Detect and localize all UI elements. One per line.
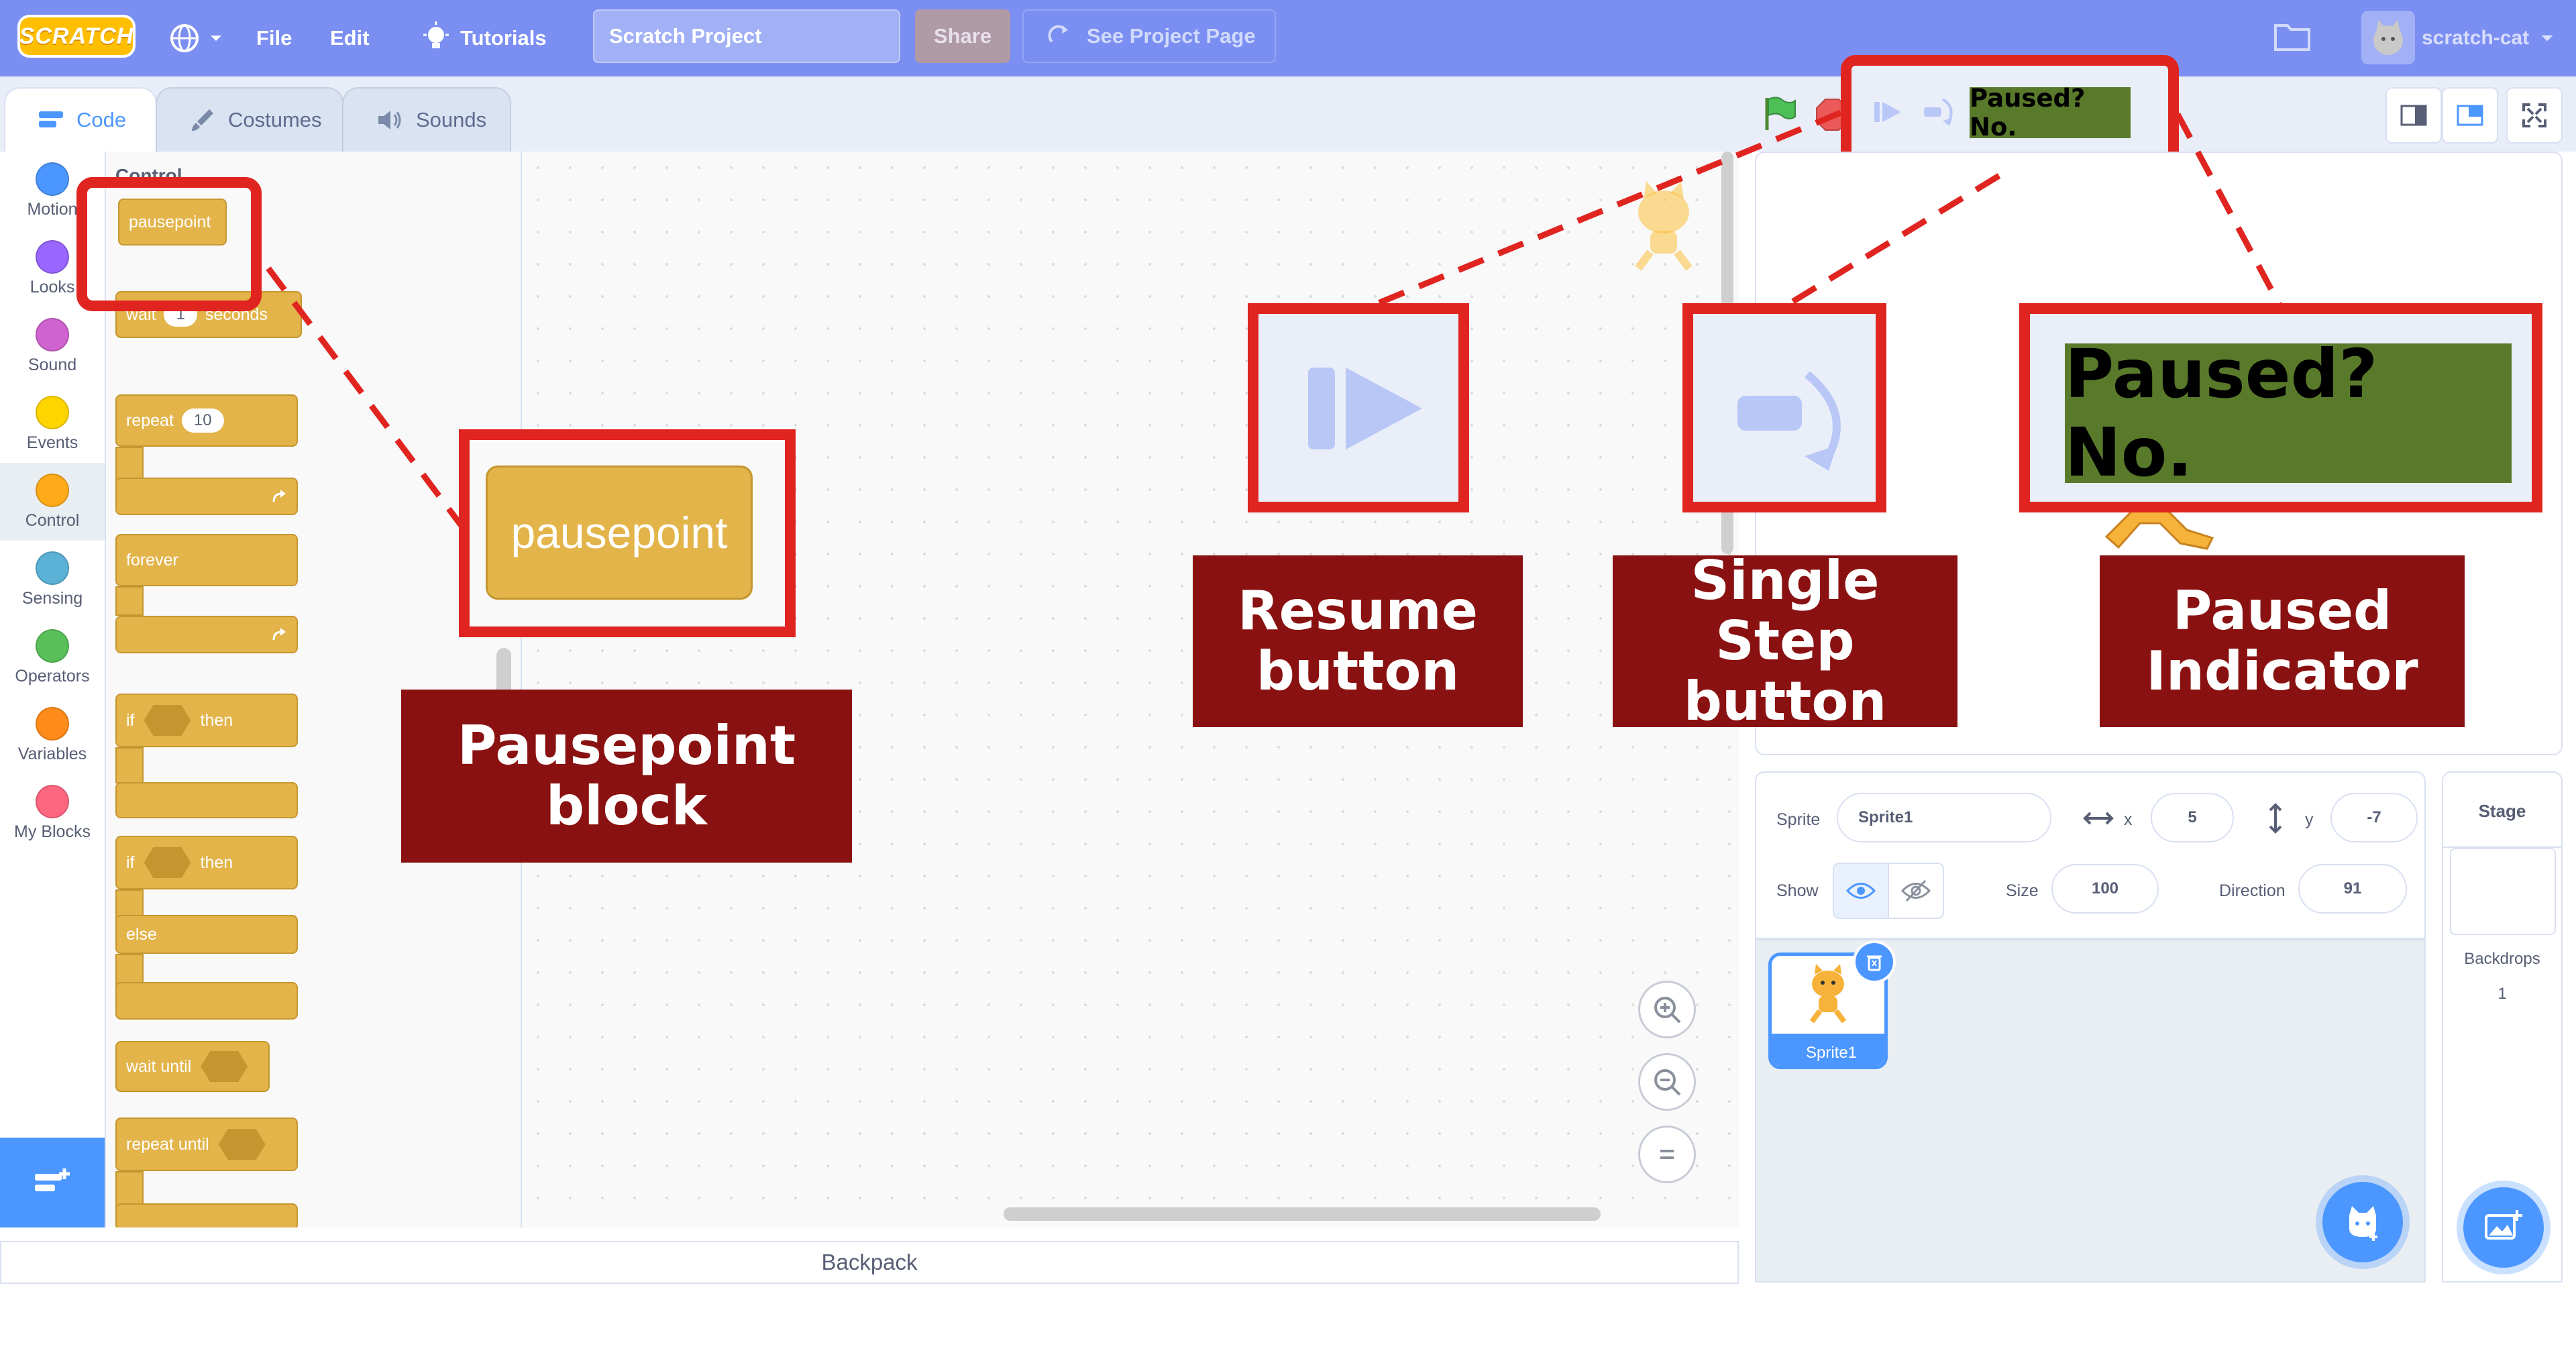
single-step-connector [1777,173,2001,313]
resume-connector [1360,109,1842,313]
pausepoint-zoom-block: pausepoint [486,466,753,600]
paused-indicator-label: Paused Indicator [2100,555,2465,727]
paused-indicator-connector [2175,112,2285,312]
paused-indicator-zoom-box: Paused? No. [2019,303,2542,512]
resume-zoom-box [1248,303,1469,512]
pausepoint-connector [266,266,464,528]
pausepoint-zoom-box: pausepoint [459,429,796,637]
paused-indicator-zoom: Paused? No. [2065,335,2512,492]
resume-zoom-icon [1308,368,1422,449]
palette-pausepoint-highlight [76,177,262,311]
pausepoint-label: Pausepoint block [401,690,852,863]
resume-label: Resume button [1193,555,1523,727]
single-step-zoom-icon [1737,371,1841,471]
single-step-label: Single Step button [1613,551,1957,732]
single-step-zoom-box [1682,303,1886,512]
